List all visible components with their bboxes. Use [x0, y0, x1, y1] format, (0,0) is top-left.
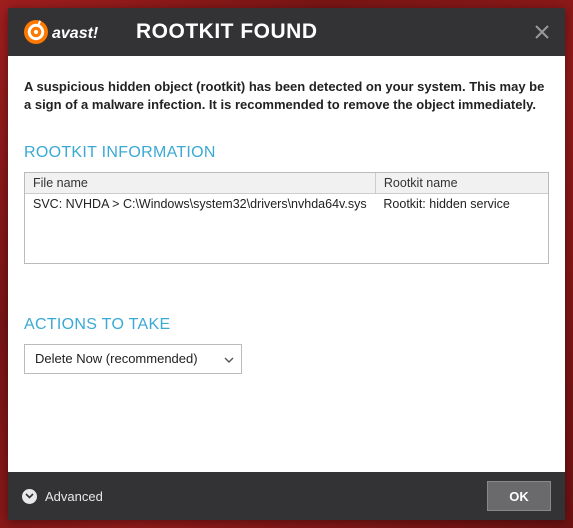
avast-logo-icon: avast! [22, 18, 116, 46]
dialog-footer: Advanced OK [8, 472, 565, 520]
action-select[interactable]: Delete Now (recommended) [24, 344, 242, 374]
warning-text: A suspicious hidden object (rootkit) has… [24, 78, 549, 114]
actions-title: ACTIONS TO TAKE [24, 316, 549, 334]
cell-rootkit-name: Rootkit: hidden service [375, 194, 548, 215]
dialog-title: ROOTKIT FOUND [136, 20, 317, 44]
rootkit-table: File name Rootkit name SVC: NVHDA > C:\W… [24, 172, 549, 264]
avast-logo: avast! [22, 18, 116, 46]
cell-file-name: SVC: NVHDA > C:\Windows\system32\drivers… [25, 194, 375, 215]
rootkit-info-title: ROOTKIT INFORMATION [24, 144, 549, 162]
title-bar: avast! ROOTKIT FOUND [8, 8, 565, 56]
advanced-toggle[interactable]: Advanced [22, 489, 103, 504]
svg-text:avast!: avast! [52, 25, 99, 42]
col-rootkit-name[interactable]: Rootkit name [375, 173, 548, 194]
close-icon [534, 24, 550, 40]
dialog-content: A suspicious hidden object (rootkit) has… [8, 56, 565, 472]
rootkit-dialog: avast! ROOTKIT FOUND A suspicious hidden… [8, 8, 565, 520]
ok-button[interactable]: OK [487, 481, 551, 511]
close-button[interactable] [529, 19, 555, 45]
action-select-value: Delete Now (recommended) [35, 351, 198, 366]
chevron-down-circle-icon [22, 489, 37, 504]
table-row[interactable]: SVC: NVHDA > C:\Windows\system32\drivers… [25, 194, 548, 215]
advanced-label: Advanced [45, 489, 103, 504]
col-file-name[interactable]: File name [25, 173, 375, 194]
